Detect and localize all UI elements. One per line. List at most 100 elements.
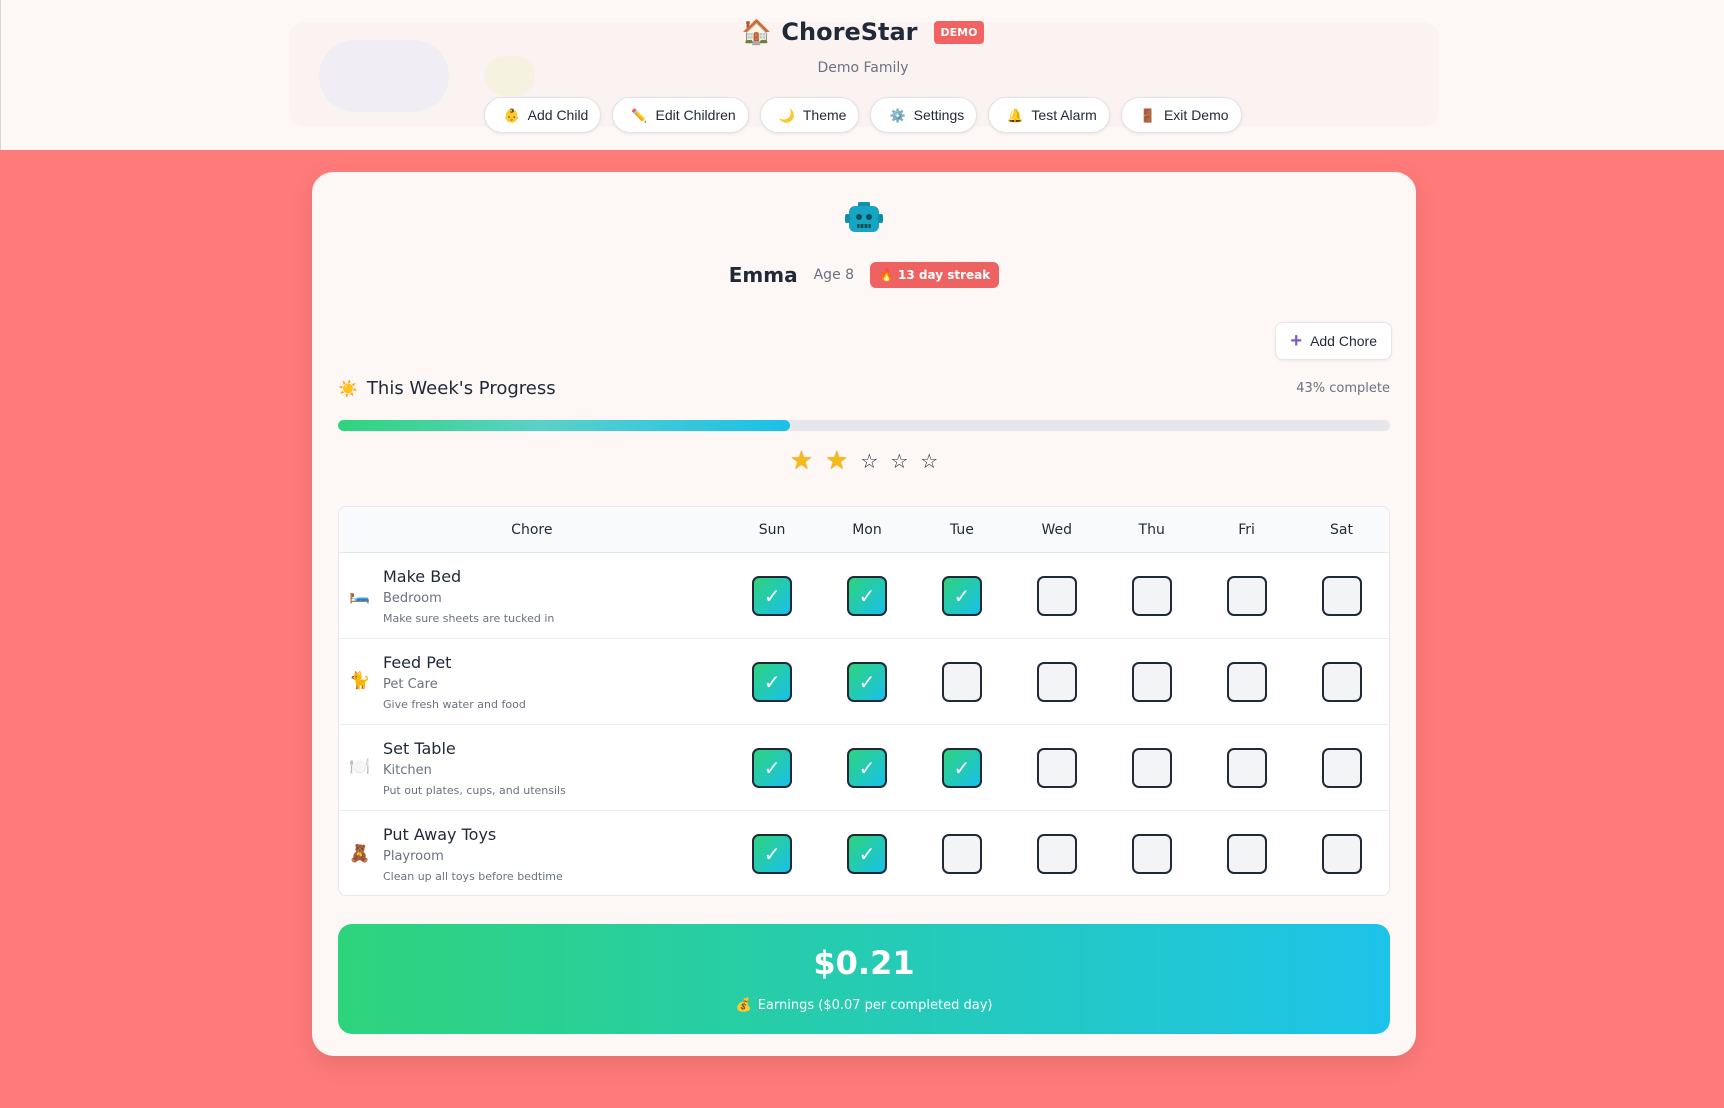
day-cell [1199, 661, 1294, 702]
chore-checkbox-mon[interactable]: ✓ [847, 575, 887, 616]
day-cell [1199, 747, 1294, 788]
day-cell: ✓ [820, 575, 915, 616]
chore-checkbox-thu[interactable] [1131, 834, 1172, 874]
day-cell: ✓ [820, 747, 915, 788]
progress-bar [338, 420, 1390, 431]
day-cell: ✓ [914, 747, 1009, 788]
child-name: Emma [728, 263, 798, 287]
chore-checkbox-thu[interactable] [1131, 747, 1172, 788]
star-rating: ★ ★ ☆ ☆ ☆ [312, 448, 1416, 474]
checkmark-icon: ✓ [763, 842, 781, 866]
chore-details: Set Table Kitchen Put out plates, cups, an… [383, 739, 566, 797]
chore-checkbox-sun[interactable]: ✓ [752, 661, 793, 702]
settings-button[interactable]: ⚙️ Settings [870, 97, 978, 133]
sun-icon: ☀️ [338, 379, 358, 398]
table-body: 🛏️ Make Bed Bedroom Make sure sheets are tu… [339, 553, 1389, 895]
chore-checkbox-wed[interactable] [1036, 747, 1077, 788]
add-child-button[interactable]: 👶 Add Child [484, 97, 602, 133]
chore-checkbox-fri[interactable] [1226, 747, 1267, 788]
day-cell: ✓ [725, 661, 820, 702]
streak-badge: 🔥 13 day streak [870, 262, 1000, 288]
chore-description: Give fresh water and food [383, 697, 526, 711]
earnings-panel: $0.21 💰 Earnings ($0.07 per completed da… [338, 924, 1390, 1034]
chore-name: Make Bed [383, 566, 462, 586]
chore-cell: 🛏️ Make Bed Bedroom Make sure sheets are tu… [339, 567, 725, 625]
chore-checkbox-wed[interactable] [1036, 575, 1077, 616]
chore-checkbox-fri[interactable] [1226, 575, 1267, 616]
edit-children-button[interactable]: ✏️ Edit Children [612, 97, 749, 133]
chore-checkbox-tue[interactable] [941, 834, 982, 874]
star-filled-icon: ★ [789, 446, 814, 476]
chore-cell: 🍽️ Set Table Kitchen Put out plates, cups, … [339, 739, 725, 797]
chore-checkbox-fri[interactable] [1226, 834, 1267, 874]
chore-table: Chore Sun Mon Tue Wed Thu Fri Sat 🛏️ Make Bed Be… [338, 506, 1390, 896]
chore-checkbox-tue[interactable]: ✓ [941, 747, 982, 788]
edit-children-label: Edit Children [655, 107, 736, 123]
streak-label: 13 day streak [898, 268, 991, 282]
exit-demo-button[interactable]: 🚪 Exit Demo [1120, 97, 1242, 133]
chore-checkbox-mon[interactable]: ✓ [847, 834, 887, 874]
add-chore-button[interactable]: + Add Chore [1275, 322, 1392, 360]
chore-checkbox-tue[interactable]: ✓ [941, 575, 982, 616]
chore-checkbox-mon[interactable]: ✓ [847, 661, 887, 702]
checkmark-icon: ✓ [858, 755, 876, 780]
table-row: 🧸 Put Away Toys Playroom Clean up all toys … [339, 811, 1389, 895]
chore-room: Kitchen [383, 762, 432, 778]
checkmark-icon: ✓ [763, 583, 781, 608]
top-header: 🏠 ChoreStar DEMO Demo Family 👶 Add Child… [0, 0, 1724, 150]
day-cell [1104, 575, 1199, 616]
chore-checkbox-sun[interactable]: ✓ [752, 834, 793, 874]
chore-description: Put out plates, cups, and utensils [383, 783, 566, 797]
chore-description: Clean up all toys before bedtime [383, 870, 563, 883]
day-cell: ✓ [820, 834, 915, 874]
chore-checkbox-sun[interactable]: ✓ [752, 747, 793, 788]
column-header-wed: Wed [1041, 521, 1073, 538]
day-cell [1294, 747, 1389, 788]
star-empty-icon: ☆ [860, 449, 879, 473]
door-icon: 🚪 [1139, 107, 1156, 123]
day-cell [914, 834, 1009, 874]
plate-icon: 🍽️ [349, 757, 371, 777]
house-icon: 🏠 [741, 18, 772, 46]
column-header-chore: Chore [511, 521, 553, 538]
exit-demo-label: Exit Demo [1163, 107, 1229, 123]
chore-cell: 🐈 Feed Pet Pet Care Give fresh water and fo… [339, 653, 725, 711]
column-header-mon: Mon [852, 521, 882, 538]
progress-bar-fill [338, 420, 791, 431]
chore-room: Bedroom [383, 590, 442, 606]
chore-checkbox-wed[interactable] [1036, 834, 1077, 874]
chore-checkbox-thu[interactable] [1131, 661, 1172, 702]
day-cell: ✓ [725, 575, 820, 616]
checkmark-icon: ✓ [953, 583, 971, 608]
chore-checkbox-wed[interactable] [1036, 661, 1077, 702]
chore-checkbox-sat[interactable] [1321, 747, 1362, 788]
teddy-bear-icon: 🧸 [349, 843, 371, 864]
baby-icon: 👶 [503, 107, 520, 123]
chore-checkbox-mon[interactable]: ✓ [847, 747, 887, 788]
chore-checkbox-sat[interactable] [1321, 575, 1362, 616]
chore-checkbox-sat[interactable] [1321, 661, 1362, 702]
chore-checkbox-tue[interactable] [941, 661, 982, 702]
chore-checkbox-thu[interactable] [1131, 575, 1172, 616]
gear-icon: ⚙️ [889, 107, 906, 123]
day-cell [1199, 575, 1294, 616]
fire-icon: 🔥 [879, 268, 894, 282]
checkmark-icon: ✓ [858, 669, 876, 694]
progress-percent: 43% complete [1296, 381, 1390, 396]
child-info: Emma Age 8 🔥 13 day streak [312, 262, 1416, 288]
bed-icon: 🛏️ [349, 585, 371, 605]
chore-checkbox-fri[interactable] [1226, 661, 1267, 702]
table-row: 🍽️ Set Table Kitchen Put out plates, cups, … [339, 725, 1389, 811]
cat-icon: 🐈 [349, 671, 371, 691]
chore-checkbox-sat[interactable] [1321, 834, 1362, 874]
checkmark-icon: ✓ [858, 842, 876, 866]
column-header-fri: Fri [1238, 521, 1255, 538]
theme-label: Theme [802, 107, 847, 123]
earnings-caption: 💰 Earnings ($0.07 per completed day) [338, 998, 1390, 1013]
add-chore-label: Add Chore [1310, 333, 1377, 349]
chore-checkbox-sun[interactable]: ✓ [752, 575, 793, 616]
table-row: 🛏️ Make Bed Bedroom Make sure sheets are tu… [339, 553, 1389, 639]
day-cell [914, 661, 1009, 702]
theme-button[interactable]: 🌙 Theme [759, 97, 860, 133]
test-alarm-button[interactable]: 🔔 Test Alarm [988, 97, 1110, 133]
